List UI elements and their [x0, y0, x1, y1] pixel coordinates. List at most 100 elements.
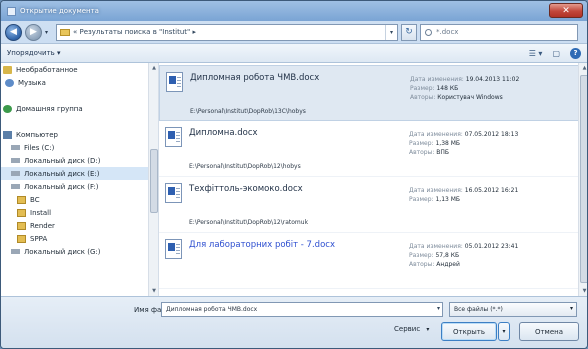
- open-document-dialog: Открытие документа ✕ ◀ ▶ ▾ « Результаты …: [0, 0, 588, 349]
- sidebar-item-label: Files (C:): [24, 143, 55, 152]
- address-bar[interactable]: « Результаты поиска в "Institut" ▸ ▾: [56, 23, 398, 41]
- navigation-pane: Необработанное Музыка Домашняя группа Компь…: [1, 63, 159, 296]
- scroll-up-icon[interactable]: ▲: [149, 63, 159, 73]
- author-value: ВПБ: [436, 149, 450, 156]
- cancel-button[interactable]: Отмена: [519, 322, 579, 341]
- search-results-pane: Дипломная робота ЧМВ.docx E:\Personal\Ins…: [159, 63, 587, 296]
- file-path: E:\Personal\Institut\DopRob\13C\hobys: [190, 108, 306, 115]
- scroll-down-icon[interactable]: ▼: [149, 286, 159, 296]
- open-button[interactable]: Открыть: [441, 322, 497, 341]
- sidebar-item[interactable]: Files (C:): [1, 141, 158, 154]
- sidebar-item[interactable]: Компьютер: [1, 128, 158, 141]
- file-list: Дипломная робота ЧМВ.docx E:\Personal\Ins…: [159, 65, 587, 289]
- history-dropdown-icon[interactable]: ▾: [45, 29, 53, 36]
- address-dropdown-icon[interactable]: ▾: [385, 24, 397, 40]
- word-document-icon: [165, 239, 182, 259]
- date-label: Дата изменения:: [410, 76, 464, 83]
- sidebar-scroll-thumb[interactable]: [150, 149, 158, 213]
- date-label: Дата изменения:: [409, 131, 463, 138]
- file-metadata: Дата изменения: 19.04.2013 11:02 Размер: …: [410, 75, 519, 102]
- homegroup-icon: [3, 104, 12, 113]
- sidebar-item[interactable]: Локальный диск (E:): [1, 167, 158, 180]
- file-path: E:\Personal\Institut\DopRob\12\ratomuk: [189, 219, 309, 226]
- tools-menu-button[interactable]: Сервис ▾: [394, 325, 429, 333]
- window-title: Открытие документа: [20, 7, 99, 15]
- size-value: 1,38 МБ: [435, 140, 461, 147]
- file-metadata: Дата изменения: 07.05.2012 18:13 Размер: …: [409, 130, 518, 157]
- sidebar-item-label: Необработанное: [16, 65, 78, 74]
- date-value: 19.04.2013 11:02: [465, 76, 520, 83]
- search-input[interactable]: *.docx: [420, 23, 578, 41]
- author-value: Андрей: [436, 261, 460, 268]
- file-result-item[interactable]: Техфіттоль-экомоко.docx E:\Personal\Insti…: [159, 177, 587, 233]
- date-value: 16.05.2012 16:21: [464, 187, 519, 194]
- scroll-up-icon[interactable]: ▲: [579, 63, 587, 73]
- sidebar-item[interactable]: Музыка: [1, 76, 158, 89]
- file-result-item[interactable]: Для лабораторних робіт - 7.docx Дата изме…: [159, 233, 587, 289]
- size-label: Размер:: [409, 196, 434, 203]
- window-app-icon: [7, 6, 16, 16]
- preview-pane-icon[interactable]: ▢: [552, 49, 560, 58]
- sidebar-item[interactable]: Домашняя группа: [1, 102, 158, 115]
- author-label: Авторы:: [410, 94, 436, 101]
- sidebar-item[interactable]: ВС: [1, 193, 158, 206]
- date-value: 05.01.2012 23:41: [464, 243, 519, 250]
- open-options-button[interactable]: ▾: [498, 322, 510, 341]
- size-label: Размер:: [409, 140, 434, 147]
- sidebar-item-label: Локальный диск (F:): [24, 182, 99, 191]
- word-document-icon: [165, 183, 182, 203]
- author-value: Користувач Windows: [437, 94, 503, 101]
- sidebar-item[interactable]: Локальный диск (G:): [1, 245, 158, 258]
- filename-input[interactable]: Дипломная робота ЧМВ.docx ▾: [161, 302, 443, 317]
- sidebar-item[interactable]: SPPA: [1, 232, 158, 245]
- word-document-icon: [166, 72, 183, 92]
- view-options-icon[interactable]: ☰ ▾: [529, 49, 543, 58]
- search-icon: [425, 28, 432, 36]
- sidebar-item[interactable]: Необработанное: [1, 63, 158, 76]
- folder-icon: [17, 195, 26, 204]
- address-path: « Результаты поиска в "Institut" ▸: [73, 28, 196, 36]
- file-name: Для лабораторних робіт - 7.docx: [189, 240, 335, 250]
- close-button[interactable]: ✕: [549, 3, 583, 18]
- size-label: Размер:: [410, 85, 435, 92]
- file-result-item[interactable]: Дипломна.docx E:\Personal\Institut\DopRob…: [159, 121, 587, 177]
- disk-icon: [11, 158, 20, 163]
- organize-button[interactable]: Упорядочить ▾: [7, 49, 61, 57]
- file-result-item[interactable]: Дипломная робота ЧМВ.docx E:\Personal\Ins…: [159, 65, 587, 121]
- command-toolbar: Упорядочить ▾ ☰ ▾ ▢ ?: [1, 43, 587, 63]
- sidebar-item-label: Локальный диск (D:): [24, 156, 101, 165]
- file-metadata: Дата изменения: 05.01.2012 23:41 Размер: …: [409, 242, 518, 269]
- date-value: 07.05.2012 18:13: [464, 131, 519, 138]
- sidebar-scrollbar[interactable]: ▲ ▼: [148, 63, 158, 296]
- date-label: Дата изменения:: [409, 187, 463, 194]
- results-scroll-thumb[interactable]: [580, 75, 587, 283]
- date-label: Дата изменения:: [409, 243, 463, 250]
- size-value: 148 КБ: [436, 85, 459, 92]
- sidebar-item-label: Домашняя группа: [16, 104, 83, 113]
- back-button[interactable]: ◀: [5, 23, 22, 41]
- music-icon: [5, 78, 14, 87]
- sidebar-item[interactable]: Локальный диск (D:): [1, 154, 158, 167]
- help-icon[interactable]: ?: [570, 47, 581, 59]
- sidebar-item[interactable]: Render: [1, 219, 158, 232]
- file-type-value: Все файлы (*.*): [454, 306, 503, 313]
- refresh-button[interactable]: ↻: [401, 23, 417, 41]
- scroll-down-icon[interactable]: ▼: [579, 286, 587, 296]
- results-scrollbar[interactable]: ▲ ▼: [578, 63, 587, 296]
- search-value: *.docx: [436, 28, 459, 36]
- sidebar-item-label: Локальный диск (E:): [24, 169, 100, 178]
- sidebar-item-label: Install: [30, 208, 52, 217]
- sidebar-item[interactable]: Install: [1, 206, 158, 219]
- file-metadata: Дата изменения: 16.05.2012 16:21 Размер: …: [409, 186, 518, 204]
- word-document-icon: [165, 127, 182, 147]
- chevron-down-icon[interactable]: ▾: [437, 305, 440, 312]
- file-name: Техфіттоль-экомоко.docx: [189, 184, 303, 194]
- sidebar-item[interactable]: Локальный диск (F:): [1, 180, 158, 193]
- file-type-select[interactable]: Все файлы (*.*) ▾: [449, 302, 577, 317]
- sidebar-item-label: Локальный диск (G:): [24, 247, 101, 256]
- tools-menu-label: Сервис: [394, 325, 421, 333]
- computer-icon: [3, 130, 12, 139]
- forward-button[interactable]: ▶: [25, 23, 42, 41]
